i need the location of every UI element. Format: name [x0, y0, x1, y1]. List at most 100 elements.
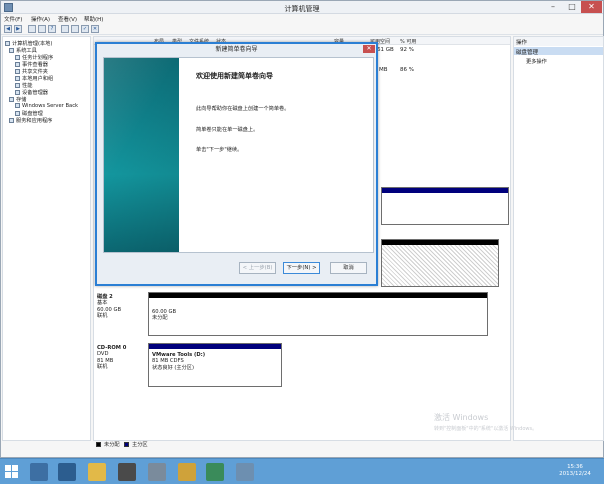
unallocated-swatch: [96, 442, 101, 447]
event-icon: [15, 62, 20, 67]
performance-icon: [15, 83, 20, 88]
back-icon[interactable]: ◀: [4, 25, 12, 33]
actions-header: 操作: [514, 37, 603, 46]
file-explorer-icon[interactable]: [88, 463, 106, 481]
volume-percent-1: 92 %: [400, 47, 414, 53]
wizard-title: 新建简单卷向导: [215, 46, 258, 53]
volume-percent-2: 86 %: [400, 67, 414, 73]
menu-file[interactable]: 文件(F): [4, 15, 22, 23]
clock-icon: [15, 55, 20, 60]
backup-icon: [15, 103, 20, 108]
system-clock[interactable]: 15:36 2013/12/24: [553, 464, 597, 478]
partition-upper-1[interactable]: [381, 187, 509, 225]
tree-item-shared-folders[interactable]: 共享文件夹: [15, 68, 48, 75]
disk2-partition-status: 未分配: [152, 315, 168, 322]
disk2-unallocated-partition[interactable]: 60.00 GB 未分配: [148, 292, 488, 336]
folder-icon[interactable]: [178, 463, 196, 481]
primary-swatch: [124, 442, 129, 447]
cdrom-type: DVD: [97, 351, 109, 358]
col-percent-free[interactable]: % 可用: [400, 38, 416, 45]
disk2-size: 60.00 GB: [97, 306, 122, 313]
actions-pane: 操作 磁盘管理 更多操作: [513, 36, 604, 441]
wizard-button-row: < 上一步(B) 下一步(N) > 取消: [97, 256, 376, 284]
check-icon[interactable]: ✓: [81, 25, 89, 33]
toolbar: ◀ ▶ ? ✓ ✕: [1, 23, 603, 35]
legend: 未分配 主分区: [94, 441, 510, 449]
start-icon[interactable]: [5, 465, 19, 479]
disk2-partition-info: 60.00 GB 未分配: [152, 309, 176, 322]
tree-item-local-users[interactable]: 本地用户和组: [15, 75, 53, 82]
menu-action[interactable]: 操作(A): [31, 15, 50, 23]
tree-item-device-manager[interactable]: 设备管理器: [15, 89, 48, 96]
help-icon[interactable]: ?: [48, 25, 56, 33]
up-icon[interactable]: [28, 25, 36, 33]
partition-upper-2[interactable]: [381, 239, 499, 287]
forward-icon[interactable]: ▶: [14, 25, 22, 33]
delete-icon[interactable]: ✕: [91, 25, 99, 33]
more-actions-link[interactable]: 更多操作: [526, 58, 547, 65]
actions-disk-management[interactable]: 磁盘管理: [514, 47, 603, 56]
device-icon: [15, 90, 20, 95]
powershell-icon[interactable]: [58, 463, 76, 481]
disk-icon: [15, 111, 20, 116]
disk2-label[interactable]: 磁盘 2 基本 60.00 GB 联机: [97, 294, 121, 320]
legend-primary: 主分区: [132, 442, 148, 448]
maximize-button[interactable]: □: [563, 1, 581, 13]
partition-bar: [149, 293, 487, 298]
cdrom-volume-fs: 81 MB CDFS: [152, 358, 184, 365]
control-panel-icon[interactable]: [148, 463, 166, 481]
wizard-side-banner: [104, 58, 179, 252]
wizard-text-1: 此向导帮助你在磁盘上创建一个简单卷。: [196, 106, 290, 112]
cdrom-volume-status: 状态良好 (主分区): [152, 364, 195, 371]
volume-free-1: 61 GB: [377, 47, 394, 53]
disk2-status: 联机: [97, 313, 108, 320]
cancel-button[interactable]: 取消: [330, 262, 367, 274]
tree-item-performance[interactable]: 性能: [15, 82, 32, 89]
properties-icon[interactable]: [38, 25, 46, 33]
next-button[interactable]: 下一步(N) >: [283, 262, 320, 274]
taskbar: 15:36 2013/12/24: [0, 458, 604, 484]
tree-item-computer-management[interactable]: 计算机管理(本地): [5, 40, 52, 47]
tree-item-windows-server-backup[interactable]: Windows Server Back: [15, 103, 78, 109]
back-button[interactable]: < 上一步(B): [239, 262, 276, 274]
tree-item-services-apps[interactable]: 服务和应用程序: [9, 117, 52, 124]
cdrom-volume-name: VMware Tools (D:): [152, 352, 206, 358]
close-button[interactable]: ✕: [581, 1, 602, 13]
cdrom-label[interactable]: CD-ROM 0 DVD 81 MB 联机: [97, 345, 126, 371]
new-simple-volume-wizard: 新建简单卷向导 ✕ 欢迎使用新建简单卷向导 此向导帮助你在磁盘上创建一个简单卷。…: [95, 42, 378, 286]
storage-icon: [9, 97, 14, 102]
cdrom-size: 81 MB: [97, 357, 114, 364]
clock-time: 15:36: [567, 464, 583, 470]
menu-view[interactable]: 查看(V): [58, 15, 77, 23]
tree-item-event-viewer[interactable]: 事件查看器: [15, 61, 48, 68]
tree-item-storage[interactable]: 存储: [9, 96, 26, 103]
legend-unallocated: 未分配: [104, 442, 120, 448]
menu-help[interactable]: 帮助(H): [84, 15, 103, 23]
tools-icon: [9, 48, 14, 53]
server-manager-icon[interactable]: [30, 463, 48, 481]
services-icon: [9, 118, 14, 123]
wizard-heading: 欢迎使用新建简单卷向导: [196, 72, 273, 80]
computer-icon: [5, 41, 10, 46]
network-icon[interactable]: [206, 463, 224, 481]
wizard-close-button[interactable]: ✕: [363, 45, 375, 53]
cdrom-volume[interactable]: VMware Tools (D:) 81 MB CDFS 状态良好 (主分区): [148, 343, 282, 387]
tree-item-system-tools[interactable]: 系统工具: [9, 47, 37, 54]
activation-watermark: 激活 Windows: [434, 413, 489, 422]
minimize-button[interactable]: –: [544, 1, 562, 13]
menu-bar: 文件(F) 操作(A) 查看(V) 帮助(H): [1, 14, 603, 23]
cdrom-volume-info: VMware Tools (D:) 81 MB CDFS 状态良好 (主分区): [152, 352, 205, 371]
tree-item-disk-management[interactable]: 磁盘管理: [15, 110, 43, 117]
clock-date: 2013/12/24: [559, 471, 591, 477]
computer-management-icon[interactable]: [236, 463, 254, 481]
partition-bar: [149, 344, 281, 349]
volume-free-2: MB: [379, 67, 388, 73]
command-prompt-icon[interactable]: [118, 463, 136, 481]
disk2-type: 基本: [97, 300, 108, 307]
navigation-tree: 计算机管理(本地) 系统工具 任务计划程序 事件查看器 共享文件夹 本地用户和组…: [2, 36, 91, 441]
cdrom-name: CD-ROM 0: [97, 345, 127, 351]
tree-item-task-scheduler[interactable]: 任务计划程序: [15, 54, 53, 61]
export-icon[interactable]: [71, 25, 79, 33]
refresh-icon[interactable]: [61, 25, 69, 33]
users-icon: [15, 76, 20, 81]
